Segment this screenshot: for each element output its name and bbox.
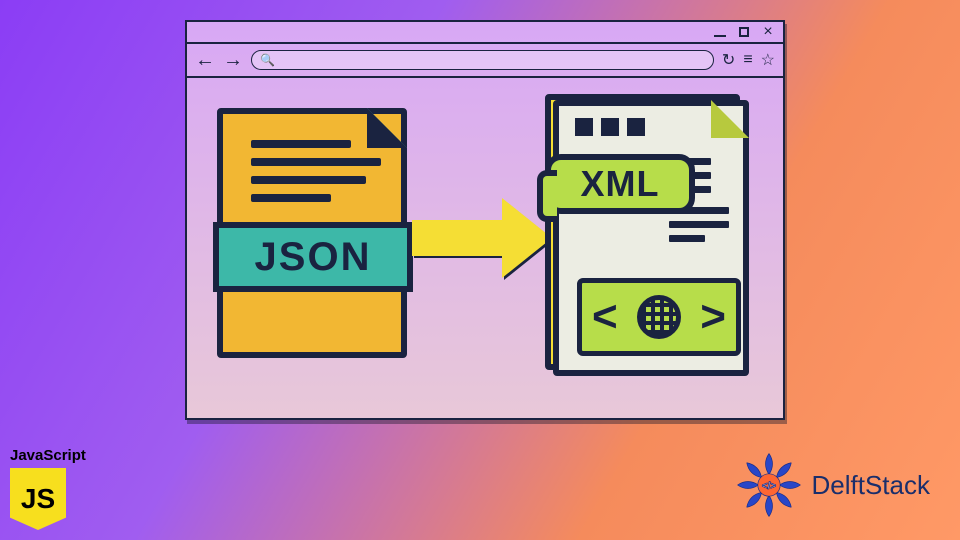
globe-tag-icon: < >: [577, 278, 741, 356]
fold-corner-icon: [711, 100, 749, 138]
javascript-logo: JavaScript JS: [10, 447, 86, 530]
delftstack-logo: </> DelftStack: [734, 450, 931, 520]
search-icon: 🔍: [260, 53, 275, 67]
arrow-icon: [412, 208, 552, 268]
javascript-label: JavaScript: [10, 447, 86, 464]
svg-text:</>: </>: [761, 481, 775, 492]
address-bar[interactable]: 🔍: [251, 50, 714, 70]
mandala-icon: </>: [734, 450, 804, 520]
json-file-icon: JSON: [217, 108, 407, 358]
xml-file-icon: XML < >: [553, 100, 753, 380]
xml-label-badge: XML: [545, 154, 695, 214]
text-lines-icon: [251, 140, 381, 212]
close-icon[interactable]: ×: [759, 23, 777, 41]
titlebar: ×: [187, 22, 783, 44]
star-icon[interactable]: ☆: [761, 50, 775, 70]
content-area: JSON XML < >: [187, 78, 783, 416]
delftstack-label: DelftStack: [812, 470, 931, 501]
menu-icon[interactable]: ≡: [743, 51, 752, 69]
back-icon[interactable]: ←: [195, 49, 215, 72]
js-shield-icon: JS: [10, 468, 66, 530]
refresh-icon[interactable]: ↻: [722, 50, 735, 70]
globe-icon: [637, 295, 681, 339]
browser-window: × ← → 🔍 ↻ ≡ ☆ JSON: [185, 20, 785, 420]
toolbar: ← → 🔍 ↻ ≡ ☆: [187, 44, 783, 78]
json-label-badge: JSON: [213, 222, 413, 292]
maximize-icon[interactable]: [735, 23, 753, 41]
header-squares-icon: [575, 118, 645, 136]
minimize-icon[interactable]: [711, 23, 729, 41]
forward-icon[interactable]: →: [223, 49, 243, 72]
